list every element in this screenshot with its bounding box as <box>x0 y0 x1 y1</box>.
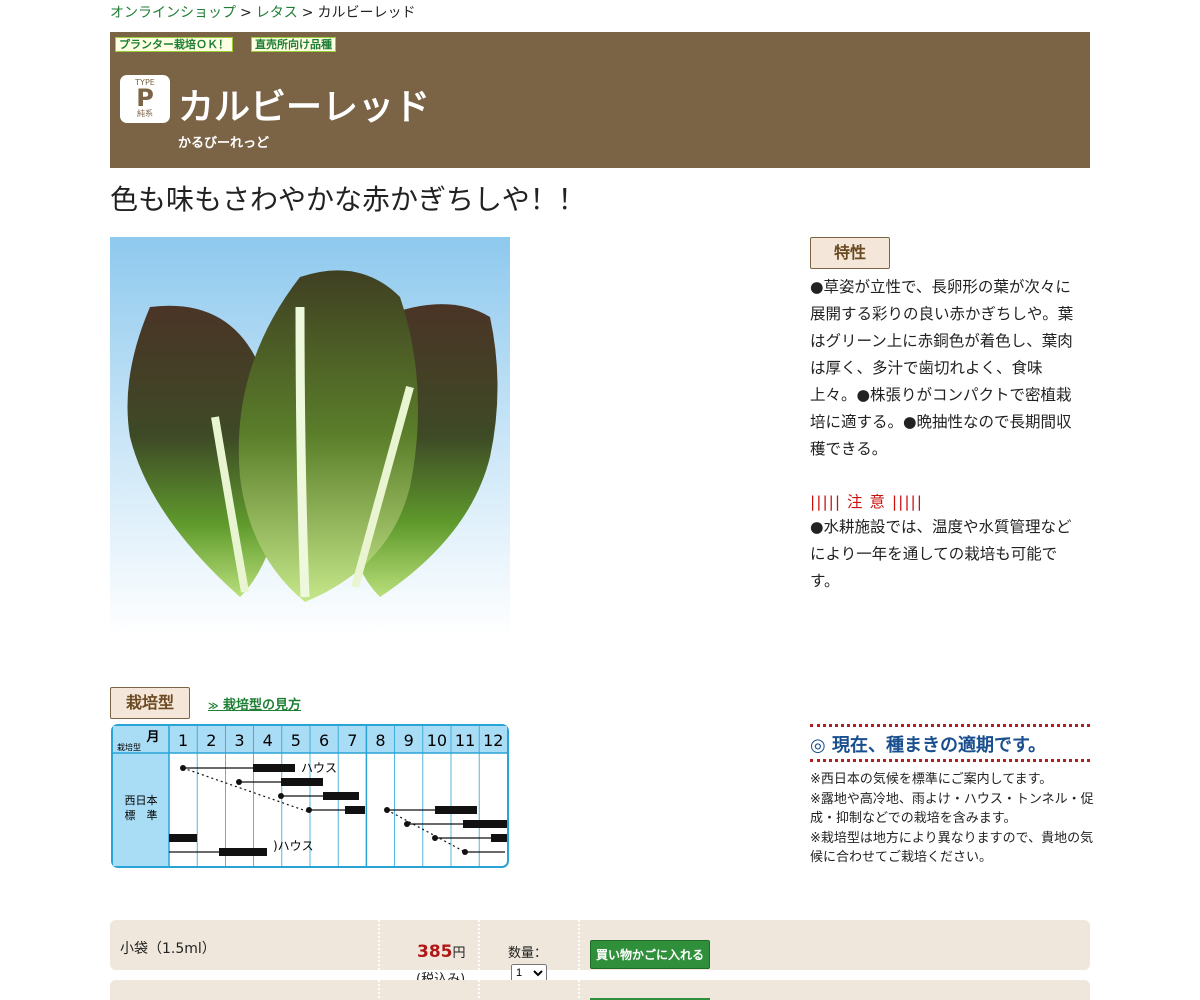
lettuce-image <box>127 270 498 602</box>
order-row-next <box>110 980 1090 1000</box>
add-to-cart-button[interactable]: 買い物かごに入れる <box>590 940 710 969</box>
harvest-bar <box>219 848 267 856</box>
calendar-region-line1: 西日本 <box>125 793 158 807</box>
sow-dot <box>384 807 390 813</box>
product-title: カルビーレッド <box>178 87 431 128</box>
sow-dot <box>180 765 186 771</box>
type-icon-letter: P <box>136 84 154 112</box>
calendar-region-line2: 標 準 <box>125 808 158 822</box>
cultivation-label: 栽培型 <box>110 687 190 719</box>
note-item: ※西日本の気候を標準にご案内してます。 <box>810 772 1053 787</box>
price-value: 385 <box>417 942 453 962</box>
harvest-bar <box>169 834 197 842</box>
order-row: 小袋（1.5ml） 385円 数量： 買い物かごに入れる <box>110 920 1090 970</box>
cultivation-chart: 月 栽培型 西日本 標 準 123456789101112 <box>111 724 509 868</box>
badge-direct-sale: 直売所向け品種 <box>251 37 336 52</box>
sow-dot <box>404 821 410 827</box>
package-size: 小袋（1.5ml） <box>120 941 216 957</box>
breadcrumb-separator: > <box>301 5 314 21</box>
product-header: プランター栽培ＯＫ！ 直売所向け品種 TYPE P 純系 カルビーレッド かるび… <box>110 32 1090 168</box>
house-label: )ハウス <box>273 839 314 853</box>
features-text: ●草姿が立性で、長卵形の葉が次々に展開する彩りの良い赤かぎちしや。葉はグリーン上… <box>810 278 1074 458</box>
calendar-month-12: 12 <box>483 731 503 750</box>
breadcrumb-current: カルビーレッド <box>317 5 416 21</box>
breadcrumb: オンラインショップ > レタス > カルビーレッド <box>110 2 415 22</box>
harvest-bar <box>253 764 295 772</box>
calendar-month-5: 5 <box>291 731 301 750</box>
breadcrumb-separator: > <box>240 5 252 21</box>
breadcrumb-link-shop[interactable]: オンラインショップ <box>110 5 236 21</box>
caution-title: ||||| 注 意 ||||| <box>810 493 924 511</box>
sow-dot <box>462 849 468 855</box>
product-photo <box>110 237 510 637</box>
harvest-bar <box>323 792 359 800</box>
calendar-month-7: 7 <box>347 731 357 750</box>
calendar-corner-month: 月 <box>145 730 159 745</box>
calendar-month-2: 2 <box>206 731 216 750</box>
product-reading: かるびーれっど <box>178 136 270 151</box>
features-label: 特性 <box>810 237 890 269</box>
cell-divider <box>478 920 480 970</box>
house-label: ハウス <box>301 761 337 775</box>
cell-divider <box>378 980 380 1000</box>
catch-copy: 色も味もさわやかな赤かぎちしや！！ <box>110 183 586 216</box>
calendar-month-1: 1 <box>178 731 188 750</box>
price-unit: 円 <box>452 946 466 961</box>
sow-dot <box>432 835 438 841</box>
type-icon: TYPE P 純系 <box>120 75 170 123</box>
badge-planter: プランター栽培ＯＫ！ <box>115 37 233 52</box>
cultivation-notes: ※西日本の気候を標準にご案内してます。 ※露地や高冷地、雨よけ・ハウス・トンネル… <box>810 770 1095 868</box>
calendar-month-8: 8 <box>375 731 385 750</box>
cultivation-guide-link[interactable]: ≫ 栽培型の見方 <box>208 694 301 713</box>
cell-divider <box>478 980 480 1000</box>
season-status: ◎ 現在、種まきの適期です。 <box>810 735 1047 756</box>
quantity-label: 数量： <box>508 946 548 961</box>
calendar-month-4: 4 <box>263 731 273 750</box>
calendar-month-9: 9 <box>404 731 414 750</box>
calendar-month-3: 3 <box>234 731 244 750</box>
cultivation-calendar: 月 栽培型 西日本 標 準 123456789101112 <box>111 724 509 868</box>
harvest-bar <box>435 806 477 814</box>
breadcrumb-link-lettuce[interactable]: レタス <box>256 5 298 21</box>
note-item: ※露地や高冷地、雨よけ・ハウス・トンネル・促成・抑制などでの栽培を含みます。 <box>810 791 1094 827</box>
guide-link-label: 栽培型の見方 <box>223 698 302 713</box>
season-status-box: ◎ 現在、種まきの適期です。 <box>810 724 1090 762</box>
harvest-bar <box>463 820 507 828</box>
harvest-bar <box>281 778 323 786</box>
note-item: ※栽培型は地方により異なりますので、貴地の気候に合わせてご栽培ください。 <box>810 830 1094 866</box>
calendar-month-11: 11 <box>455 731 475 750</box>
calendar-month-10: 10 <box>427 731 447 750</box>
harvest-bar <box>491 834 507 842</box>
calendar-corner-type: 栽培型 <box>117 742 141 752</box>
sow-dot <box>306 807 312 813</box>
cell-divider <box>578 920 580 970</box>
price: 385円 <box>417 942 466 962</box>
sow-dot <box>278 793 284 799</box>
calendar-month-6: 6 <box>319 731 329 750</box>
guide-arrow-icon: ≫ <box>208 701 219 712</box>
sow-dot <box>236 779 242 785</box>
cell-divider <box>378 920 380 970</box>
harvest-bar <box>345 806 365 814</box>
cell-divider <box>578 980 580 1000</box>
caution-text: ●水耕施設では、温度や水質管理などにより一年を通しての栽培も可能です。 <box>810 518 1072 590</box>
type-icon-bottom: 純系 <box>137 109 153 118</box>
